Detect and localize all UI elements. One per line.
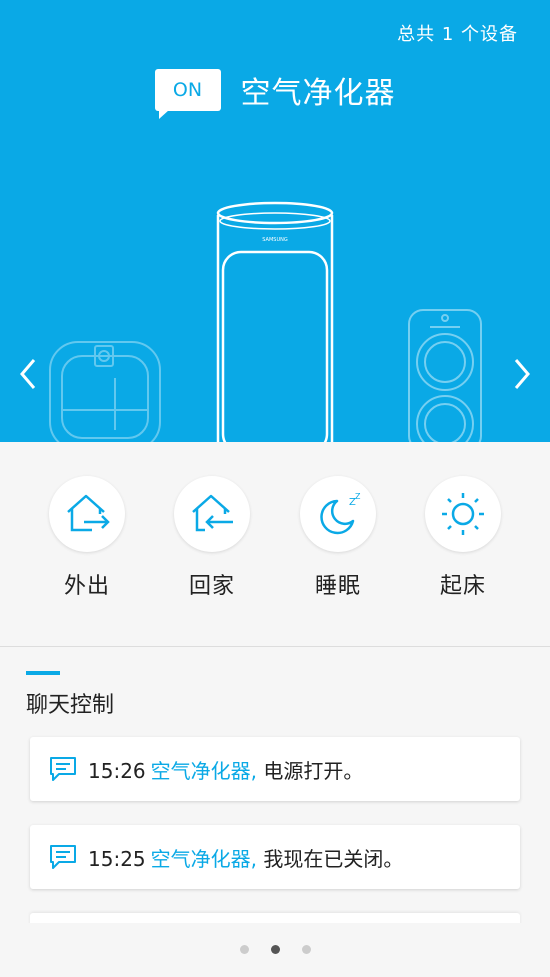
chat-message-card[interactable]: 15:26 空气净化器, 电源打开。: [30, 737, 520, 801]
shortcut-button[interactable]: Z Z: [300, 476, 376, 552]
message-body: 电源打开。: [263, 758, 364, 783]
device-hero: 总共 1 个设备 ON 空气净化器 SAMSUNG: [0, 0, 550, 442]
chat-bubble-icon: [50, 757, 76, 781]
chevron-left-icon[interactable]: [14, 354, 42, 394]
shortcut-wake-up[interactable]: 起床: [423, 476, 503, 600]
shortcut-come-home[interactable]: 回家: [172, 476, 252, 600]
air-conditioner-illustration: [408, 309, 482, 442]
chat-section-title: 聊天控制: [26, 693, 115, 718]
chat-message-card[interactable]: 15:25 空气净化器, 我现在已关闭。: [30, 825, 520, 889]
device-illustrations: SAMSUNG: [49, 201, 482, 442]
message-body: 我现在已关闭。: [263, 846, 404, 871]
shortcut-button[interactable]: [49, 476, 125, 552]
chat-bubble-icon: [50, 845, 76, 869]
message-device: 空气净化器,: [150, 846, 257, 871]
message-device: 空气净化器,: [150, 758, 257, 783]
leave-home-icon: [67, 494, 110, 532]
page-dot[interactable]: [301, 945, 311, 954]
shortcut-sleep[interactable]: Z Z 睡眠: [298, 476, 378, 600]
chat-message-text: 15:26 空气净化器, 电源打开。: [88, 755, 363, 784]
chat-message-text: 15:25 空气净化器, 我现在已关闭。: [88, 843, 403, 872]
chat-control-section: 聊天控制 15:26 空气净化器, 电源打开。 15:25 空气净化器, 我现在已关…: [0, 647, 550, 977]
shortcut-button[interactable]: [425, 476, 501, 552]
page-dot-active[interactable]: [270, 945, 280, 954]
moon-sleep-icon: Z Z: [320, 492, 361, 535]
section-accent: [26, 671, 60, 675]
svg-text:Z: Z: [355, 492, 361, 501]
brand-label: SAMSUNG: [262, 237, 288, 243]
shortcut-panel: 外出 回家 Z Z 睡眠 起床: [0, 442, 550, 647]
shortcut-leave-home[interactable]: 外出: [47, 476, 127, 600]
message-time: 15:25: [88, 846, 146, 871]
come-home-icon: [192, 494, 233, 532]
shortcut-label: 回家: [188, 574, 235, 599]
robot-vacuum-illustration: [49, 341, 161, 442]
message-time: 15:26: [88, 758, 146, 783]
shortcut-label: 外出: [63, 574, 110, 599]
shortcut-button[interactable]: [174, 476, 250, 552]
shortcut-label: 睡眠: [314, 574, 361, 599]
page-dot[interactable]: [239, 945, 249, 954]
page-indicator: [0, 945, 550, 954]
shortcut-label: 起床: [439, 574, 486, 599]
chevron-right-icon[interactable]: [508, 354, 536, 394]
sun-icon: [442, 493, 484, 535]
